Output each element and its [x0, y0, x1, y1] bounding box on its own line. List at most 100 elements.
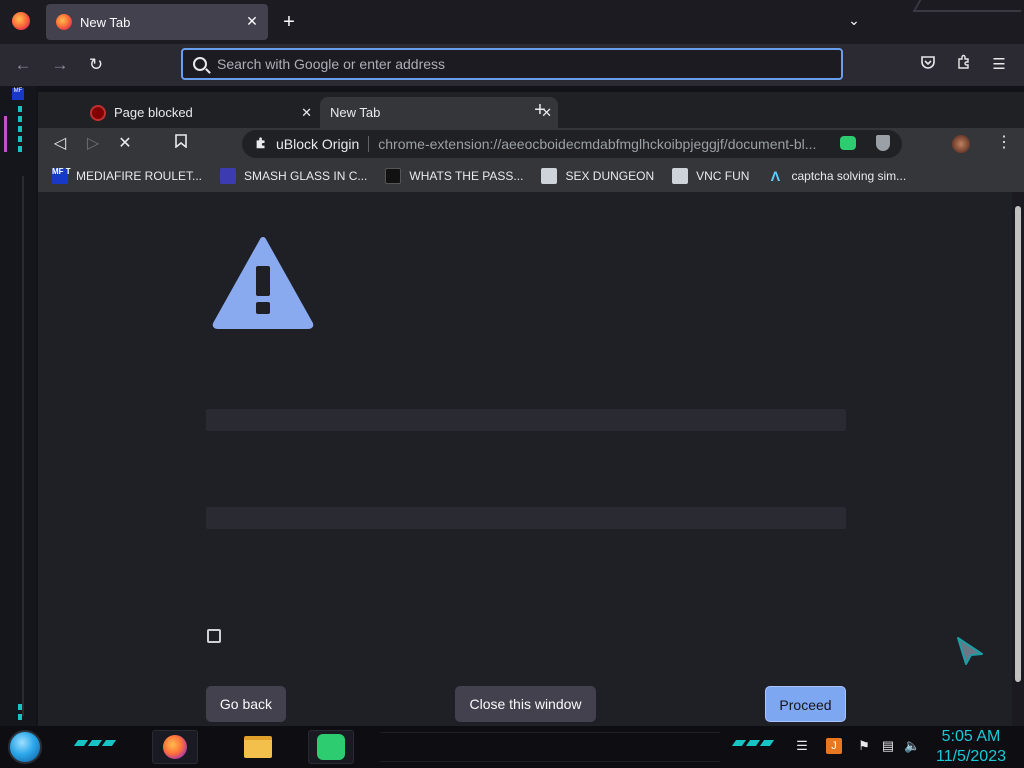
taskbar-decoration [73, 740, 89, 746]
taskbar: ☰ J ⚑ ▤ 🔈 5:05 AM 11/5/2023 [0, 726, 1024, 768]
clock-date[interactable]: 11/5/2023 [928, 748, 1014, 766]
firefox-icon [163, 735, 187, 759]
tab-page-blocked[interactable]: Page blocked ✕ [80, 97, 318, 128]
mediafire-icon: MF T [52, 168, 71, 184]
bookmark-item-smash-glass[interactable]: SMASH GLASS IN C... [220, 168, 367, 184]
bookmark-label: SEX DUNGEON [565, 169, 655, 183]
folder-icon [244, 736, 272, 758]
forward-arrow-icon[interactable]: → [49, 54, 71, 76]
accent-bar [18, 106, 22, 112]
stop-loading-icon[interactable]: ✕ [113, 132, 137, 156]
mouse-cursor-icon [956, 636, 984, 671]
outer-tab-new-tab[interactable]: New Tab ✕ [46, 4, 268, 40]
forward-triangle-icon[interactable]: ▷ [81, 132, 105, 156]
extension-puzzle-icon [254, 136, 268, 153]
page-scrollbar[interactable] [1012, 192, 1024, 726]
accent-bar [18, 146, 22, 152]
address-input[interactable] [217, 56, 817, 72]
taskbar-decoration [745, 740, 761, 746]
action-center-flag-icon[interactable]: ⚑ [856, 738, 872, 754]
tab-new-tab[interactable]: New Tab ✕ [320, 97, 558, 128]
notes-extension-icon[interactable] [840, 136, 856, 150]
taskbar-item-firefox[interactable] [152, 730, 198, 764]
reload-icon[interactable]: ↻ [85, 54, 107, 76]
profile-avatar[interactable] [952, 135, 970, 153]
pocket-icon[interactable] [917, 54, 939, 76]
frame-decoration [912, 0, 1024, 12]
bookmark-icon[interactable] [169, 132, 193, 156]
ublock-origin-icon [90, 104, 106, 121]
filter-rule-field [206, 507, 846, 529]
cube-icon [672, 168, 689, 184]
bookmark-item-whats-the-pass[interactable]: WHATS THE PASS... [385, 168, 523, 184]
tab-label: Page blocked [114, 105, 193, 120]
lock-icon [385, 168, 402, 184]
accent-bar [18, 136, 22, 142]
taskbar-decoration [759, 740, 775, 746]
proceed-button[interactable]: Proceed [765, 686, 846, 722]
shield-extension-icon[interactable] [876, 135, 890, 151]
taskbar-decoration [87, 740, 103, 746]
taskbar-track [380, 732, 720, 762]
notes-icon [317, 734, 345, 760]
address-bar[interactable] [181, 48, 843, 80]
bookmark-item-mediafire[interactable]: MF T MEDIAFIRE ROULET... [52, 168, 202, 184]
go-back-button[interactable]: Go back [206, 686, 286, 722]
bookmarks-bar: MF T MEDIAFIRE ROULET... SMASH GLASS IN … [38, 160, 1024, 192]
bookmark-item-captcha[interactable]: Λ captcha solving sim... [767, 168, 906, 184]
outer-tab-strip: New Tab ✕ + ⌄ [0, 0, 1024, 44]
side-line [22, 176, 24, 716]
warning-triangle-icon [212, 236, 314, 335]
bookmark-item-vnc-fun[interactable]: VNC FUN [672, 168, 749, 184]
list-all-tabs-chevron-icon[interactable]: ⌄ [844, 12, 864, 32]
cube-icon [541, 168, 558, 184]
scrollbar-thumb[interactable] [1015, 206, 1021, 682]
firefox-logo-icon[interactable] [12, 12, 30, 30]
network-icon[interactable]: ▤ [880, 738, 896, 754]
close-window-button[interactable]: Close this window [455, 686, 596, 722]
omnibox-separator [368, 136, 370, 152]
firefox-tab-icon [56, 14, 72, 30]
java-tray-icon[interactable]: J [826, 738, 842, 754]
extensions-puzzle-icon[interactable] [953, 54, 975, 76]
dont-warn-again-checkbox[interactable] [207, 629, 221, 643]
inner-new-tab-button[interactable]: + [530, 100, 550, 121]
taskbar-item-notes[interactable] [308, 730, 354, 764]
bookmark-label: SMASH GLASS IN C... [244, 169, 368, 183]
clock-time[interactable]: 5:05 AM [928, 728, 1014, 746]
kebab-menu-icon[interactable]: ⋮ [996, 132, 1012, 152]
volume-icon[interactable]: 🔈 [904, 738, 920, 754]
blocked-url-field [206, 409, 846, 431]
bookmark-label: MEDIAFIRE ROULET... [76, 169, 203, 183]
accent-bar [18, 116, 22, 122]
close-tab-icon[interactable]: ✕ [244, 13, 260, 29]
show-hidden-icons-icon[interactable]: ☰ [794, 738, 810, 754]
extension-name: uBlock Origin [276, 136, 360, 152]
taskbar-decoration [731, 740, 747, 746]
bookmark-label: VNC FUN [696, 169, 750, 183]
mediafire-icon: MF [12, 88, 24, 100]
new-tab-button[interactable]: + [278, 12, 300, 34]
inner-toolbar: ◁ ▷ ✕ uBlock Origin chrome-extension://a… [38, 128, 1024, 160]
close-tab-icon[interactable]: ✕ [301, 105, 312, 121]
left-sidebar-decoration: MF [0, 86, 36, 726]
smash-glass-icon [220, 168, 237, 184]
taskbar-item-file-explorer[interactable] [236, 730, 280, 764]
blocked-page-content [38, 192, 1012, 726]
hamburger-menu-icon[interactable]: ☰ [988, 54, 1010, 76]
start-button[interactable] [8, 730, 42, 764]
accent-bar [18, 126, 22, 132]
bookmark-label: WHATS THE PASS... [409, 169, 524, 183]
accent-bar [4, 116, 7, 152]
bookmark-item-sex-dungeon[interactable]: SEX DUNGEON [541, 168, 654, 184]
outer-nav-bar: ← → ↻ ☰ [0, 44, 1024, 86]
omnibox[interactable]: uBlock Origin chrome-extension://aeeocbo… [242, 130, 902, 158]
outer-tab-label: New Tab [80, 14, 131, 30]
omnibox-url[interactable]: chrome-extension://aeeocboidecmdabfmglhc… [378, 136, 828, 152]
tab-label: New Tab [330, 105, 381, 120]
bookmark-label: captcha solving sim... [791, 169, 907, 183]
back-triangle-icon[interactable]: ◁ [48, 132, 72, 156]
accent-bar [18, 704, 22, 710]
back-arrow-icon[interactable]: ← [12, 54, 34, 76]
taskbar-decoration [101, 740, 117, 746]
